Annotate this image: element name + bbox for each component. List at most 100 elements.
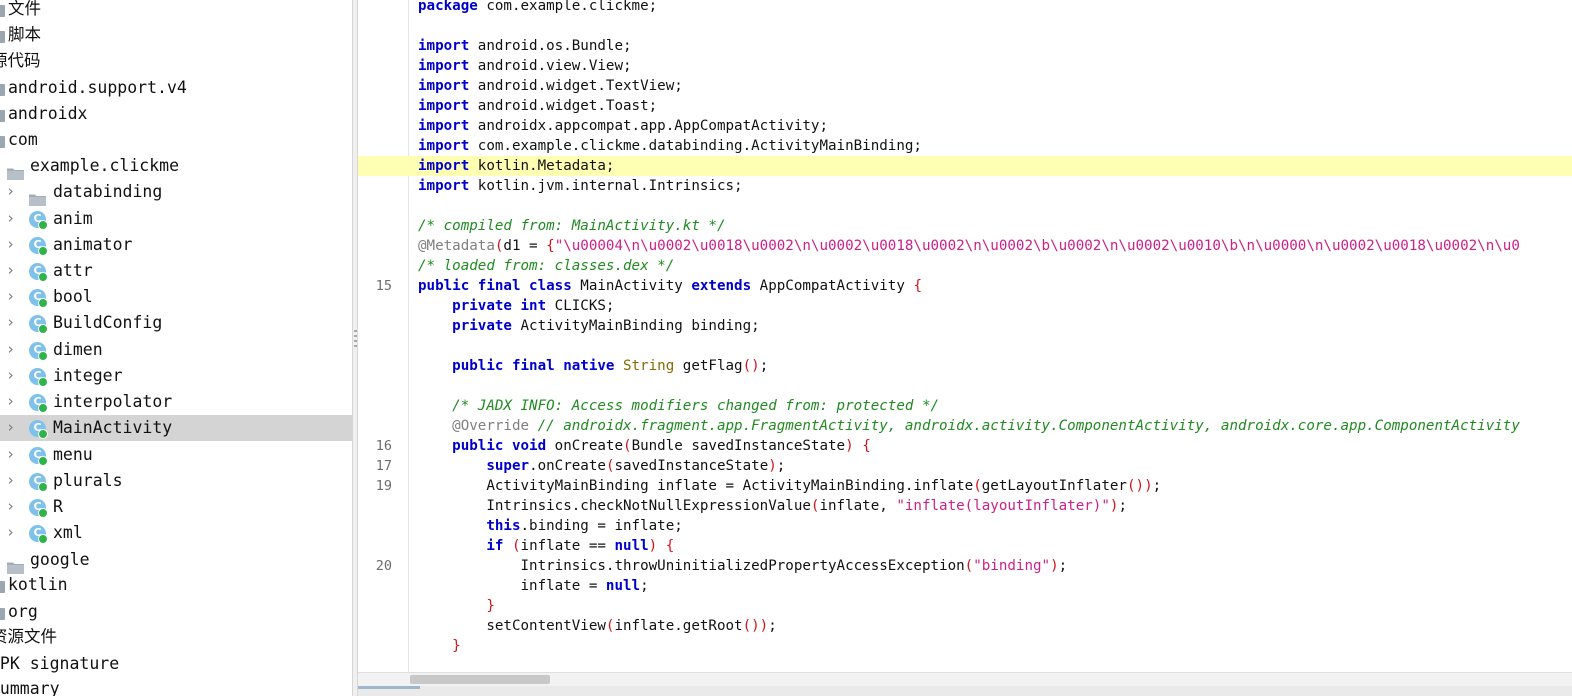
tree-item-xml[interactable]: › Cxml xyxy=(0,520,352,546)
chevron-right-icon[interactable]: › xyxy=(6,310,18,336)
chevron-right-icon[interactable]: › xyxy=(6,389,18,415)
tree-item-databinding[interactable]: › databinding xyxy=(0,179,352,206)
code-line[interactable]: import android.view.View; xyxy=(358,56,1572,76)
code-line[interactable]: inflate = null; xyxy=(358,576,1572,596)
code-line[interactable]: public final native String getFlag(); xyxy=(358,356,1572,376)
code-line[interactable]: import androidx.appcompat.app.AppCompatA… xyxy=(358,116,1572,136)
code-line[interactable]: } xyxy=(358,596,1572,616)
project-tree[interactable]: 文件脚本源代码 android.support.v4 androidx com exam… xyxy=(0,0,352,696)
class-icon: C xyxy=(29,289,48,308)
tree-item-android-support-v4[interactable]: android.support.v4 xyxy=(0,75,352,101)
tree-item-attr[interactable]: › Cattr xyxy=(0,258,352,284)
code-line[interactable]: setContentView(inflate.getRoot()); xyxy=(358,616,1572,636)
tree-item-label: R xyxy=(53,497,63,516)
code-line[interactable]: private int CLICKS; xyxy=(358,296,1572,316)
tree-item-label: menu xyxy=(53,445,93,464)
tree-item-bool[interactable]: › Cbool xyxy=(0,284,352,310)
code-line[interactable]: super.onCreate(savedInstanceState); xyxy=(358,456,1572,476)
tree-item-plurals[interactable]: › Cplurals xyxy=(0,468,352,494)
code-line[interactable]: @Override // androidx.fragment.app.Fragm… xyxy=(358,416,1572,436)
scrollbar-thumb[interactable] xyxy=(410,675,550,684)
tree-item-label: interpolator xyxy=(53,392,173,411)
code-line[interactable] xyxy=(358,196,1572,216)
code-line[interactable]: public void onCreate(Bundle savedInstanc… xyxy=(358,436,1572,456)
chevron-right-icon[interactable]: › xyxy=(6,494,18,520)
tree-item-[interactable]: 文件 xyxy=(0,0,352,22)
tree-item-summary[interactable]: Summary xyxy=(0,676,352,696)
chevron-right-icon[interactable]: › xyxy=(6,232,18,258)
code-line[interactable]: import android.os.Bundle; xyxy=(358,36,1572,56)
code-line[interactable]: ActivityMainBinding inflate = ActivityMa… xyxy=(358,476,1572,496)
code-line[interactable]: Intrinsics.throwUninitializedPropertyAcc… xyxy=(358,556,1572,576)
code-line[interactable]: if (inflate == null) { xyxy=(358,536,1572,556)
tree-item-mainactivity[interactable]: › C MainActivity xyxy=(0,415,352,441)
code-line[interactable]: } xyxy=(358,636,1572,656)
chevron-right-icon[interactable]: › xyxy=(6,258,18,284)
tree-item-[interactable]: 源代码 xyxy=(0,48,352,74)
tree-item-menu[interactable]: › Cmenu xyxy=(0,442,352,468)
tree-item-apk-signature[interactable]: APK signature xyxy=(0,651,352,677)
tree-item-[interactable]: 脚本 xyxy=(0,22,352,48)
class-icon: C xyxy=(29,342,48,361)
chevron-right-icon[interactable]: › xyxy=(6,442,18,468)
tree-item-label: integer xyxy=(53,366,123,385)
tree-item-animator[interactable]: › Canimator xyxy=(0,232,352,258)
chevron-right-icon[interactable]: › xyxy=(6,337,18,363)
code-line[interactable]: /* loaded from: classes.dex */ xyxy=(358,256,1572,276)
tree-item-label: com xyxy=(8,130,38,149)
tree-item-google[interactable]: google xyxy=(0,547,352,574)
tree-item-label: 资源文件 xyxy=(0,627,57,646)
code-line-text: @Metadata(d1 = {"\u00004\n\u0002\u0018\u… xyxy=(418,238,1520,254)
chevron-right-icon[interactable]: › xyxy=(6,206,18,232)
tree-item-kotlin[interactable]: kotlin xyxy=(0,572,352,598)
class-icon: C xyxy=(29,473,48,492)
code-line[interactable]: package com.example.clickme; xyxy=(358,0,1572,16)
tree-item-buildconfig[interactable]: › C BuildConfig xyxy=(0,310,352,336)
tree-item-interpolator[interactable]: › Cinterpolator xyxy=(0,389,352,415)
tree-item-[interactable]: 资源文件 xyxy=(0,624,352,650)
code-line[interactable]: /* JADX INFO: Access modifiers changed f… xyxy=(358,396,1572,416)
tree-item-example-clickme[interactable]: example.clickme xyxy=(0,153,352,180)
chevron-right-icon[interactable]: › xyxy=(6,415,18,441)
code-line[interactable]: Intrinsics.checkNotNullExpressionValue(i… xyxy=(358,496,1572,516)
code-line[interactable] xyxy=(358,16,1572,36)
code-line[interactable]: import com.example.clickme.databinding.A… xyxy=(358,136,1572,156)
chevron-right-icon[interactable]: › xyxy=(6,520,18,546)
tree-item-r[interactable]: › C R xyxy=(0,494,352,520)
code-line-text: private ActivityMainBinding binding; xyxy=(452,318,760,334)
tree-item-androidx[interactable]: androidx xyxy=(0,101,352,127)
folder-icon xyxy=(29,188,46,206)
chevron-right-icon[interactable]: › xyxy=(6,284,18,310)
code-editor[interactable]: 151617192023 package com.example.clickme… xyxy=(358,0,1572,696)
tree-item-label: xml xyxy=(53,523,83,542)
class-icon: C xyxy=(29,394,48,413)
tree-item-anim[interactable]: › Canim xyxy=(0,206,352,232)
chevron-right-icon[interactable]: › xyxy=(6,179,18,205)
code-line[interactable]: import kotlin.Metadata; xyxy=(358,156,1572,176)
chevron-right-icon[interactable]: › xyxy=(6,468,18,494)
folder-icon xyxy=(0,581,5,593)
code-line-text: /* JADX INFO: Access modifiers changed f… xyxy=(452,398,940,414)
code-line[interactable]: this.binding = inflate; xyxy=(358,516,1572,536)
tree-item-label: plurals xyxy=(53,471,123,490)
tree-item-integer[interactable]: › Cinteger xyxy=(0,363,352,389)
class-icon: C xyxy=(29,499,48,518)
code-line[interactable] xyxy=(358,336,1572,356)
code-line[interactable]: import android.widget.TextView; xyxy=(358,76,1572,96)
code-line[interactable]: /* compiled from: MainActivity.kt */ xyxy=(358,216,1572,236)
code-line-text: public final native String getFlag(); xyxy=(452,358,769,374)
code-line-text: import android.view.View; xyxy=(418,58,632,74)
code-line[interactable]: import kotlin.jvm.internal.Intrinsics; xyxy=(358,176,1572,196)
code-line[interactable]: public final class MainActivity extends … xyxy=(358,276,1572,296)
code-line[interactable]: import android.widget.Toast; xyxy=(358,96,1572,116)
code-line[interactable] xyxy=(358,376,1572,396)
horizontal-scrollbar[interactable] xyxy=(358,672,1572,687)
chevron-right-icon[interactable]: › xyxy=(6,363,18,389)
tree-item-label: google xyxy=(30,550,90,569)
code-line[interactable]: @Metadata(d1 = {"\u00004\n\u0002\u0018\u… xyxy=(358,236,1572,256)
tree-item-org[interactable]: org xyxy=(0,599,352,625)
tree-item-com[interactable]: com xyxy=(0,127,352,153)
code-line[interactable]: private ActivityMainBinding binding; xyxy=(358,316,1572,336)
tree-item-dimen[interactable]: › Cdimen xyxy=(0,337,352,363)
code-line-text: import androidx.appcompat.app.AppCompatA… xyxy=(418,118,828,134)
